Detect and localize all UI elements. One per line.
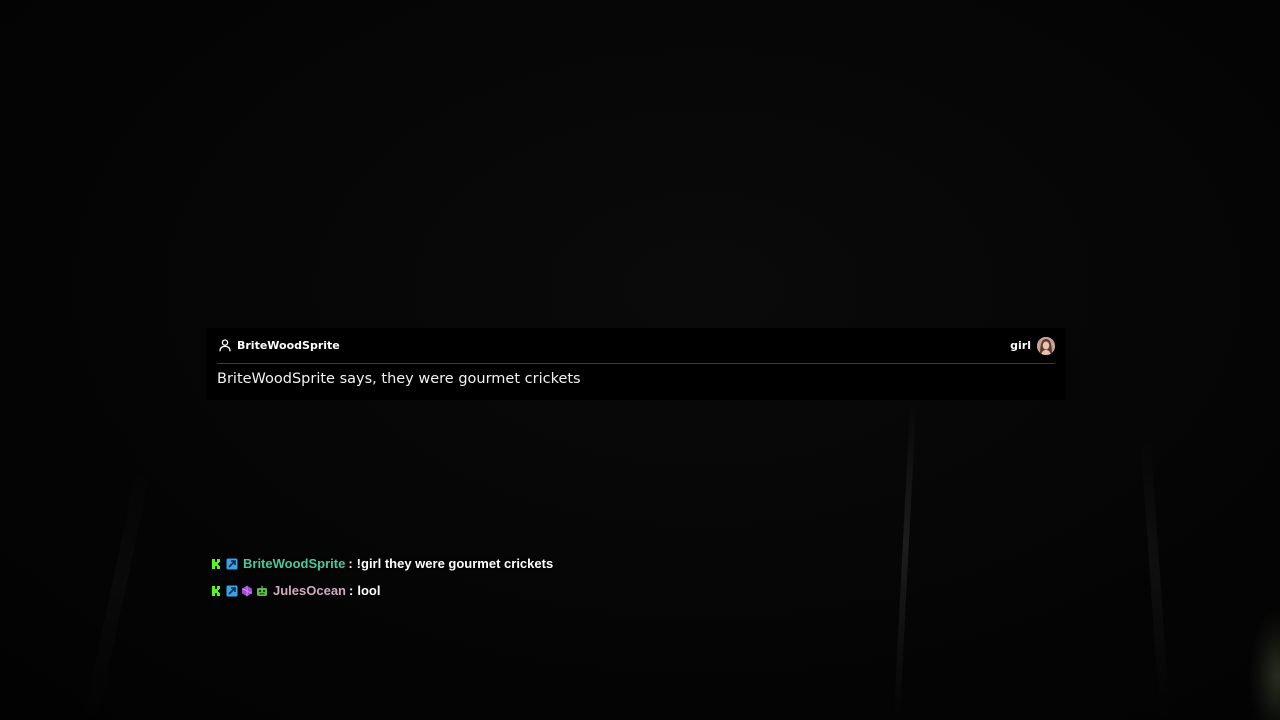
badge-list (211, 558, 238, 570)
chat-message: BriteWoodSprite : !girl they were gourme… (211, 556, 553, 572)
kick-k-badge-icon (212, 559, 220, 569)
chat-username[interactable]: JulesOcean (273, 583, 346, 599)
kick-k-badge-icon (212, 586, 220, 596)
badge-list (211, 585, 268, 597)
tts-sender-name: BriteWoodSprite (237, 339, 340, 352)
background-foliage (1250, 610, 1280, 720)
chat-message: JulesOcean : lool (211, 583, 553, 599)
background-light-streak (84, 471, 150, 719)
chat-overlay: BriteWoodSprite : !girl they were gourme… (211, 556, 553, 610)
chat-text: lool (357, 583, 381, 598)
blue-boost-badge-icon (226, 585, 238, 597)
chat-separator: : (348, 556, 353, 571)
chat-separator: : (349, 583, 354, 598)
chat-username[interactable]: BriteWoodSprite (243, 556, 345, 572)
tts-alert-header: BriteWoodSprite girl (217, 328, 1055, 364)
tts-voice: girl (1010, 337, 1055, 355)
user-icon (219, 339, 231, 352)
background-light-streak (893, 400, 917, 720)
tts-message: BriteWoodSprite says, they were gourmet … (217, 371, 581, 387)
purple-gem-badge-icon (241, 585, 253, 597)
green-robot-badge-icon (257, 585, 267, 596)
blue-boost-badge-icon (226, 558, 238, 570)
background-light-streak (1139, 430, 1171, 720)
tts-alert-panel: BriteWoodSprite girl BriteWoodSprite say… (206, 328, 1066, 400)
chat-text: !girl they were gourmet crickets (356, 556, 554, 571)
voice-avatar (1037, 337, 1055, 355)
tts-voice-label: girl (1010, 339, 1031, 352)
